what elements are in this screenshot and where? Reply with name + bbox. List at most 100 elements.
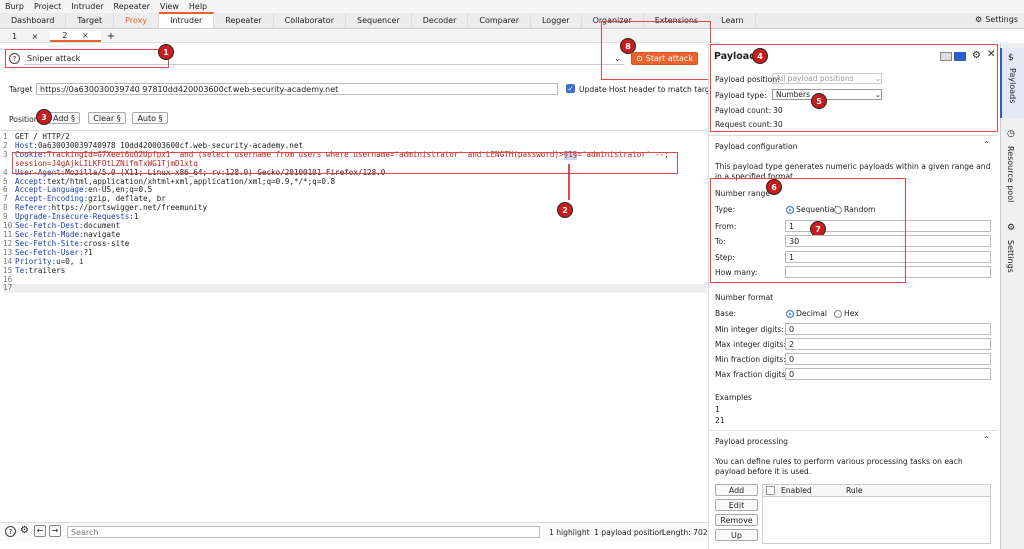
callout-box-6	[710, 178, 906, 283]
payload-position-count: 1 payload position	[594, 528, 664, 537]
close-icon: ×	[31, 31, 39, 41]
update-host-label: Update Host header to match target	[579, 85, 718, 94]
decimal-radio[interactable]: Decimal	[786, 309, 827, 318]
start-attack-button[interactable]: ⊙ Start attack	[631, 52, 698, 65]
request-line: 13 Sec-Fetch-User: ?1	[3, 247, 93, 257]
tab-learn[interactable]: Learn	[710, 14, 756, 28]
tab-dashboard[interactable]: Dashboard	[0, 14, 67, 28]
gear-icon: ⚙	[1007, 223, 1016, 233]
callout-2: 2	[557, 202, 573, 218]
max-int-input[interactable]	[785, 338, 991, 350]
menu-repeater[interactable]: Repeater	[109, 2, 155, 11]
chevron-up-icon[interactable]: ⌃	[983, 140, 990, 149]
request-line: 15 Te: trailers	[3, 265, 66, 275]
tab-repeater[interactable]: Repeater	[214, 14, 274, 28]
add-marker-button[interactable]: Add §	[48, 112, 80, 124]
col-enabled: Enabled	[781, 486, 812, 495]
clock-icon: ◷	[1007, 129, 1015, 139]
processing-edit-button[interactable]: Edit	[715, 499, 758, 511]
add-tab-button[interactable]: +	[101, 31, 121, 42]
tab-target[interactable]: Target	[66, 14, 115, 28]
col-rule: Rule	[846, 486, 863, 495]
select-all-checkbox[interactable]	[766, 486, 775, 495]
tab-comparer[interactable]: Comparer	[468, 14, 531, 28]
callout-box-8	[601, 21, 711, 80]
gear-icon[interactable]: ⚙	[20, 525, 29, 536]
sidebar-item-settings[interactable]: ⚙ Settings	[1000, 220, 1024, 280]
sidebar-label-resource: Resource pool	[1006, 146, 1015, 203]
tab-intruder[interactable]: Intruder	[159, 12, 215, 28]
help-icon[interactable]: ?	[5, 526, 16, 537]
target-url-input[interactable]	[36, 83, 558, 95]
menu-view[interactable]: View	[155, 2, 184, 11]
section-divider	[708, 135, 998, 136]
tab-proxy[interactable]: Proxy	[114, 14, 160, 28]
menu-help[interactable]: Help	[184, 2, 212, 11]
target-label: Target	[9, 85, 33, 94]
request-line: 16	[3, 274, 13, 284]
max-frac-input[interactable]	[785, 368, 991, 380]
processing-up-button[interactable]: Up	[715, 529, 758, 541]
processing-title: Payload processing	[715, 437, 788, 446]
examples-label: Examples	[715, 393, 752, 402]
menu-burp[interactable]: Burp	[0, 2, 29, 11]
request-length: Length: 702	[662, 528, 708, 537]
auto-marker-button[interactable]: Auto §	[132, 112, 168, 124]
section-divider	[708, 430, 998, 431]
back-arrow-icon[interactable]: ←	[34, 525, 46, 537]
min-frac-input[interactable]	[785, 353, 991, 365]
right-sidebar	[1000, 43, 1024, 549]
menu-bar: Burp Project Intruder Repeater View Help	[0, 0, 1024, 13]
sidebar-item-resource-pool[interactable]: ◷ Resource pool	[1000, 124, 1024, 204]
callout-box-4	[710, 44, 998, 132]
processing-remove-button[interactable]: Remove	[715, 514, 758, 526]
rules-table: Enabled Rule	[762, 484, 991, 544]
request-line: 12 Sec-Fetch-Site: cross-site	[3, 238, 130, 248]
callout-3: 3	[36, 109, 52, 125]
global-settings-button[interactable]: ⚙ Settings	[975, 15, 1018, 24]
hex-radio[interactable]: Hex	[834, 309, 859, 318]
processing-add-button[interactable]: Add	[715, 484, 758, 496]
search-input[interactable]	[67, 526, 540, 538]
menu-project[interactable]: Project	[29, 2, 66, 11]
tab-logger[interactable]: Logger	[531, 14, 582, 28]
radio-selected-icon	[786, 310, 794, 318]
clear-marker-button[interactable]: Clear §	[88, 112, 126, 124]
example-value: 1	[715, 405, 720, 414]
main-tab-bar: Dashboard Target Proxy Intruder Repeater…	[0, 12, 1024, 29]
example-value: 21	[715, 416, 725, 425]
request-line: 14 Priority: u=0, i	[3, 256, 84, 266]
max-int-label: Max integer digits:	[715, 340, 787, 349]
gear-icon: ⚙	[975, 15, 983, 24]
tab-sequencer[interactable]: Sequencer	[346, 14, 412, 28]
chevron-up-icon[interactable]: ⌃	[983, 435, 990, 444]
min-int-label: Min integer digits:	[715, 325, 784, 334]
callout-box-2	[12, 152, 678, 174]
close-icon: ×	[81, 30, 89, 40]
max-frac-label: Max fraction digits:	[715, 370, 789, 379]
processing-description: You can define rules to perform various …	[715, 457, 963, 476]
callout-1: 1	[158, 44, 174, 60]
number-format-title: Number format	[715, 293, 774, 302]
sidebar-item-payloads[interactable]: $ Payloads	[1000, 48, 1024, 118]
config-title: Payload configuration	[715, 142, 798, 151]
subtab-2[interactable]: 2 ×	[50, 30, 101, 42]
sidebar-label-settings: Settings	[1006, 240, 1015, 273]
min-frac-label: Min fraction digits:	[715, 355, 786, 364]
update-host-checkbox[interactable]: ✓	[566, 84, 575, 93]
highlight-count: 1 highlight	[549, 528, 590, 537]
editor-divider	[0, 130, 708, 131]
play-icon: ⊙	[636, 54, 643, 63]
tab-decoder[interactable]: Decoder	[412, 14, 469, 28]
arrow-line	[568, 164, 570, 200]
subtab-1[interactable]: 1 ×	[0, 32, 50, 41]
forward-arrow-icon[interactable]: →	[49, 525, 61, 537]
callout-box-1	[5, 49, 169, 68]
menu-intruder[interactable]: Intruder	[66, 2, 108, 11]
radio-icon	[834, 310, 842, 318]
min-int-input[interactable]	[785, 323, 991, 335]
tab-collaborator[interactable]: Collaborator	[274, 14, 346, 28]
dollar-icon: $	[1008, 53, 1014, 63]
base-label: Base:	[715, 309, 737, 318]
editor-bottom-bar: ? ⚙ ← → 1 highlight 1 payload position L…	[0, 522, 708, 541]
